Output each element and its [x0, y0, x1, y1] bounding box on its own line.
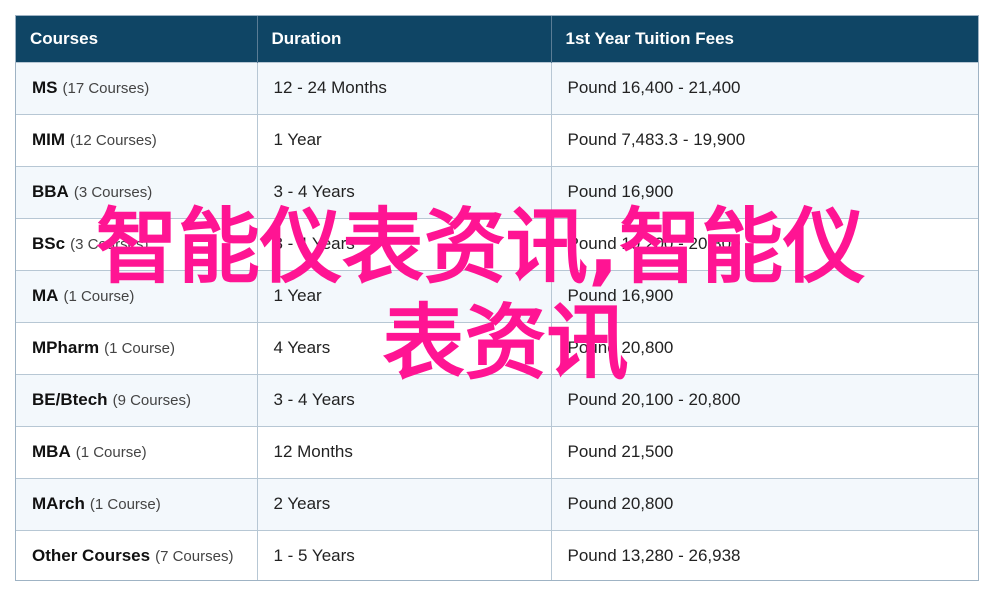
table-row: BE/Btech (9 Courses) 3 - 4 Years Pound 20…	[16, 373, 978, 426]
course-count: (1 Course)	[89, 496, 161, 513]
course-name[interactable]: MS	[32, 78, 58, 97]
fees-cell: Pound 13,280 - 26,938	[551, 529, 978, 580]
duration-cell: 12 - 24 Months	[257, 61, 552, 114]
course-fees-table: Courses Duration 1st Year Tuition Fees M…	[15, 15, 979, 581]
course-name[interactable]: MArch	[32, 494, 85, 513]
course-count: (1 Course)	[63, 288, 135, 305]
course-count: (9 Courses)	[112, 392, 191, 409]
header-duration: Duration	[257, 16, 552, 62]
duration-cell: 1 Year	[257, 269, 552, 322]
table-row: MA (1 Course) 1 Year Pound 16,900	[16, 269, 978, 322]
duration-cell: 3 - 4 Years	[257, 165, 552, 218]
duration-cell: 2 Years	[257, 477, 552, 530]
table-row: MArch (1 Course) 2 Years Pound 20,800	[16, 477, 978, 530]
duration-cell: 4 Years	[257, 321, 552, 374]
table-row: Other Courses (7 Courses) 1 - 5 Years Pou…	[16, 529, 978, 580]
table-body: MS (17 Courses) 12 - 24 Months Pound 16,4…	[16, 61, 978, 580]
header-courses: Courses	[16, 16, 258, 62]
course-cell: MBA (1 Course)	[16, 425, 258, 478]
course-cell: MS (17 Courses)	[16, 61, 258, 114]
course-count: (12 Courses)	[70, 132, 157, 149]
fees-cell: Pound 20,100 - 20,800	[551, 373, 978, 426]
course-count: (7 Courses)	[155, 548, 234, 566]
duration-cell: 1 Year	[257, 113, 552, 166]
table-header: Courses Duration 1st Year Tuition Fees	[16, 16, 978, 62]
fees-cell: Pound 7,483.3 - 19,900	[551, 113, 978, 166]
course-name[interactable]: Other Courses	[32, 546, 150, 565]
course-name[interactable]: MIM	[32, 130, 65, 149]
fees-cell: Pound 20,800	[551, 321, 978, 374]
fees-cell: Pound 19,200 - 20,800	[551, 217, 978, 270]
course-count: (3 Courses)	[70, 236, 149, 253]
course-count: (1 Course)	[104, 340, 175, 357]
course-cell: BBA (3 Courses)	[16, 165, 258, 218]
fees-cell: Pound 16,900	[551, 269, 978, 322]
duration-cell: 12 Months	[257, 425, 552, 478]
table-row: MIM (12 Courses) 1 Year Pound 7,483.3 - 1…	[16, 113, 978, 166]
course-cell: Other Courses (7 Courses)	[16, 529, 258, 580]
duration-cell: 1 - 5 Years	[257, 529, 552, 580]
course-count: (17 Courses)	[62, 80, 150, 97]
header-row: Courses Duration 1st Year Tuition Fees	[16, 16, 978, 62]
table-row: BSc (3 Courses) 3 - 4 Years Pound 19,200 …	[16, 217, 978, 270]
fees-cell: Pound 21,500	[551, 425, 978, 478]
course-cell: BE/Btech (9 Courses)	[16, 373, 258, 426]
course-cell: MArch (1 Course)	[16, 477, 258, 530]
course-count: (1 Course)	[75, 444, 147, 461]
fees-cell: Pound 16,400 - 21,400	[551, 61, 978, 114]
course-cell: MA (1 Course)	[16, 269, 258, 322]
page: Courses Duration 1st Year Tuition Fees M…	[0, 0, 991, 597]
table-row: MS (17 Courses) 12 - 24 Months Pound 16,4…	[16, 61, 978, 114]
course-name[interactable]: MPharm	[32, 338, 99, 357]
table-row: MBA (1 Course) 12 Months Pound 21,500	[16, 425, 978, 478]
course-name[interactable]: MBA	[32, 442, 71, 461]
fees-cell: Pound 20,800	[551, 477, 978, 530]
course-name[interactable]: BE/Btech	[32, 390, 108, 409]
duration-cell: 3 - 4 Years	[257, 373, 552, 426]
course-name[interactable]: BBA	[32, 182, 69, 201]
table-row: MPharm (1 Course) 4 Years Pound 20,800	[16, 321, 978, 374]
course-name[interactable]: BSc	[32, 234, 65, 253]
header-tuition-fees: 1st Year Tuition Fees	[565, 28, 735, 48]
course-count: (3 Courses)	[73, 184, 153, 201]
course-cell: BSc (3 Courses)	[16, 217, 258, 270]
course-cell: MPharm (1 Course)	[16, 321, 258, 374]
table-row: BBA (3 Courses) 3 - 4 Years Pound 16,900	[16, 165, 978, 218]
course-cell: MIM (12 Courses)	[16, 113, 258, 166]
table: Courses Duration 1st Year Tuition Fees M…	[16, 16, 978, 580]
fees-cell: Pound 16,900	[551, 165, 978, 218]
duration-cell: 3 - 4 Years	[257, 217, 552, 270]
course-name[interactable]: MA	[32, 286, 58, 305]
